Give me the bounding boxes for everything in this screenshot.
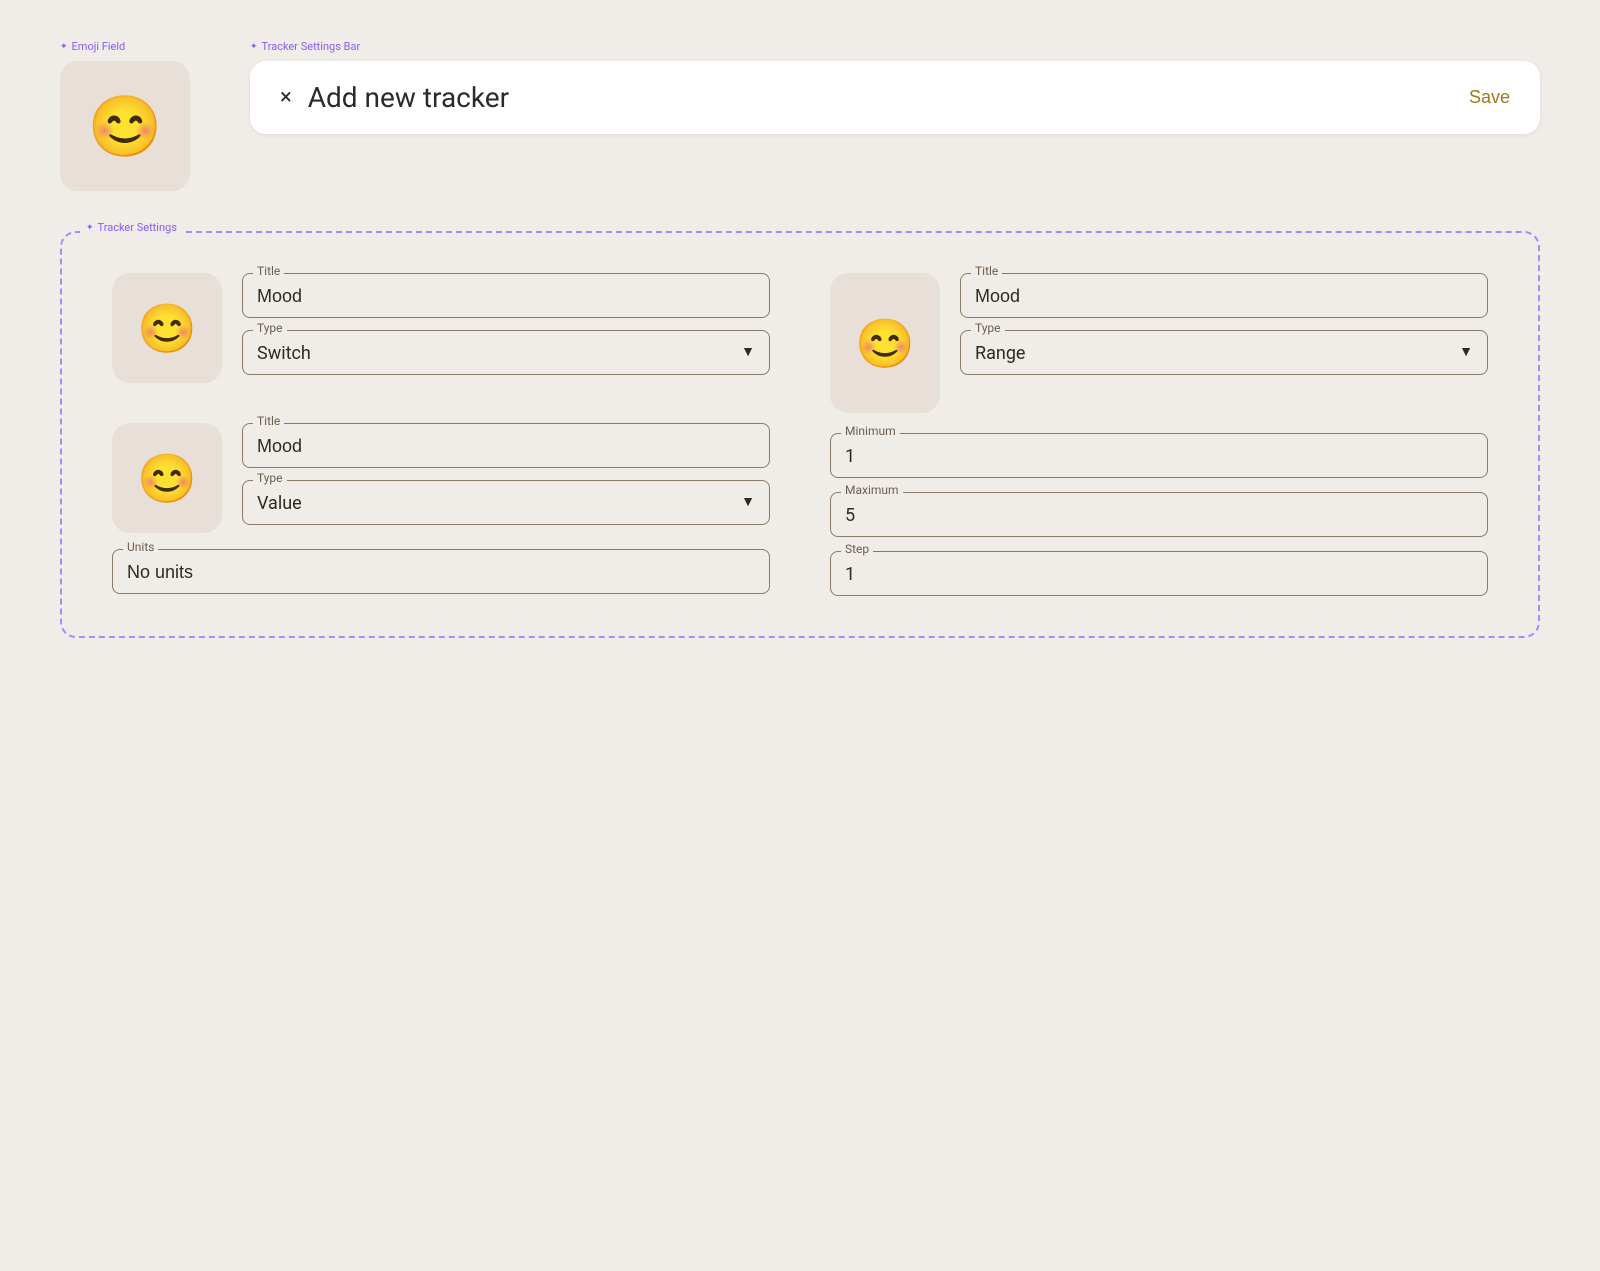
- tracker-bar-section: Tracker Settings Bar × Add new tracker S…: [250, 40, 1540, 134]
- maximum-label: Maximum: [841, 483, 903, 497]
- type-field-range[interactable]: Type Range ▼: [960, 330, 1488, 375]
- title-input-range[interactable]: [975, 282, 1473, 307]
- title-input-value[interactable]: [257, 432, 755, 457]
- tracker-emoji-switch[interactable]: 😊: [112, 273, 222, 383]
- units-input[interactable]: [127, 558, 755, 583]
- tracker-card-value: 😊 Title Type Value ▼: [112, 423, 770, 533]
- tracker-bar-annotation: Tracker Settings Bar: [250, 40, 1540, 53]
- tracker-bar-title: Add new tracker: [308, 81, 509, 114]
- tracker-emoji-value[interactable]: 😊: [112, 423, 222, 533]
- type-label-value: Type: [253, 471, 287, 485]
- tracker-fields-range: Title Type Range ▼: [960, 273, 1488, 375]
- tracker-fields-switch: Title Type Switch ▼: [242, 273, 770, 375]
- title-input-switch[interactable]: [257, 282, 755, 307]
- save-button[interactable]: Save: [1469, 87, 1510, 108]
- step-label: Step: [841, 542, 873, 556]
- type-value-range: Range: [975, 339, 1025, 364]
- type-value-switch: Switch: [257, 339, 311, 364]
- type-label-switch: Type: [253, 321, 287, 335]
- tracker-settings-bar: × Add new tracker Save: [250, 61, 1540, 134]
- minimum-field: Minimum 1: [830, 433, 1488, 478]
- tracker-emoji-range[interactable]: 😊: [830, 273, 940, 413]
- emoji-switch: 😊: [137, 300, 197, 357]
- emoji-value: 😊: [137, 450, 197, 507]
- emoji-field-annotation: Emoji Field: [60, 40, 190, 53]
- dropdown-arrow-value: ▼: [741, 493, 755, 510]
- type-field-switch[interactable]: Type Switch ▼: [242, 330, 770, 375]
- type-field-value[interactable]: Type Value ▼: [242, 480, 770, 525]
- minimum-label: Minimum: [841, 424, 900, 438]
- tracker-bar-left: × Add new tracker: [280, 81, 509, 114]
- title-field-switch: Title: [242, 273, 770, 318]
- tracker-settings-box: 😊 Title Type Switch ▼: [60, 231, 1540, 638]
- tracker-settings-annotation: Tracker Settings: [80, 221, 183, 234]
- close-icon[interactable]: ×: [280, 87, 292, 109]
- tracker-row-value: 😊 Title Type Value ▼: [112, 423, 770, 594]
- emoji-field-section: Emoji Field 😊: [60, 40, 190, 191]
- tracker-settings-wrapper: Tracker Settings 😊 Title Type Switch: [60, 231, 1540, 638]
- tracker-row-switch: 😊 Title Type Switch ▼: [112, 273, 770, 383]
- units-field: Units: [112, 549, 770, 594]
- maximum-value: 5: [845, 501, 1473, 526]
- right-column: 😊 Title Type Range ▼: [830, 273, 1488, 596]
- top-emoji-card[interactable]: 😊: [60, 61, 190, 191]
- type-select-value[interactable]: Value ▼: [257, 489, 755, 514]
- step-field: Step 1: [830, 551, 1488, 596]
- left-column: 😊 Title Type Switch ▼: [112, 273, 770, 596]
- title-label-value: Title: [253, 414, 284, 428]
- title-label-range: Title: [971, 264, 1002, 278]
- minimum-value: 1: [845, 442, 1473, 467]
- top-emoji: 😊: [88, 91, 163, 162]
- units-field-wrapper: Units: [112, 549, 770, 594]
- type-value-value: Value: [257, 489, 302, 514]
- dropdown-arrow-range: ▼: [1459, 343, 1473, 360]
- title-label-switch: Title: [253, 264, 284, 278]
- title-field-range: Title: [960, 273, 1488, 318]
- tracker-row-range: 😊 Title Type Range ▼: [830, 273, 1488, 413]
- emoji-range: 😊: [855, 315, 915, 372]
- type-label-range: Type: [971, 321, 1005, 335]
- units-label: Units: [123, 540, 158, 554]
- step-value: 1: [845, 560, 1473, 585]
- title-field-value: Title: [242, 423, 770, 468]
- dropdown-arrow-switch: ▼: [741, 343, 755, 360]
- maximum-field: Maximum 5: [830, 492, 1488, 537]
- type-select-range[interactable]: Range ▼: [975, 339, 1473, 364]
- range-fields: Minimum 1 Maximum 5 Step 1: [830, 433, 1488, 596]
- tracker-fields-value: Title Type Value ▼: [242, 423, 770, 525]
- type-select-switch[interactable]: Switch ▼: [257, 339, 755, 364]
